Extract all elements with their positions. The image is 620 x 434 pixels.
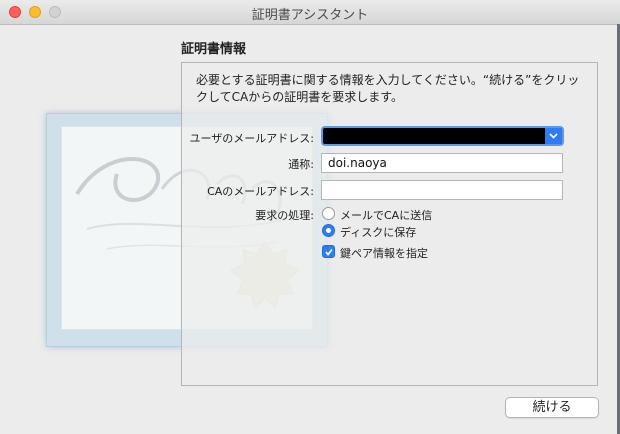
checkmark-icon	[325, 248, 333, 256]
save-to-disk-label: ディスクに保存	[340, 226, 417, 239]
send-to-ca-radio[interactable]	[322, 207, 335, 220]
common-name-label: 通称:	[288, 158, 314, 171]
ca-email-field[interactable]	[321, 180, 563, 200]
certificate-assistant-window: 証明書アシスタント 証明書情報 必要とする証明書に関する情報を入力してください。…	[0, 0, 620, 434]
request-label: 要求の処理:	[255, 209, 314, 222]
email-dropdown-button[interactable]	[545, 128, 562, 144]
window-title: 証明書アシスタント	[251, 8, 369, 23]
email-label: ユーザのメールアドレス:	[189, 132, 315, 145]
section-title: 証明書情報	[181, 42, 247, 57]
common-name-field[interactable]: doi.naoya	[321, 153, 563, 173]
title-bar: 証明書アシスタント	[0, 0, 620, 25]
ca-email-label: CAのメールアドレス:	[207, 185, 314, 198]
keypair-checkbox[interactable]	[322, 245, 335, 258]
continue-button[interactable]: 続ける	[505, 397, 599, 418]
intro-text: 必要とする証明書に関する情報を入力してください。“続ける”をクリックしてCAから…	[196, 73, 580, 104]
email-combobox[interactable]	[321, 126, 564, 146]
save-to-disk-radio[interactable]	[322, 224, 335, 237]
chevron-down-icon	[549, 133, 558, 139]
send-to-ca-label: メールでCAに送信	[340, 209, 433, 222]
keypair-label: 鍵ペア情報を指定	[340, 247, 428, 260]
